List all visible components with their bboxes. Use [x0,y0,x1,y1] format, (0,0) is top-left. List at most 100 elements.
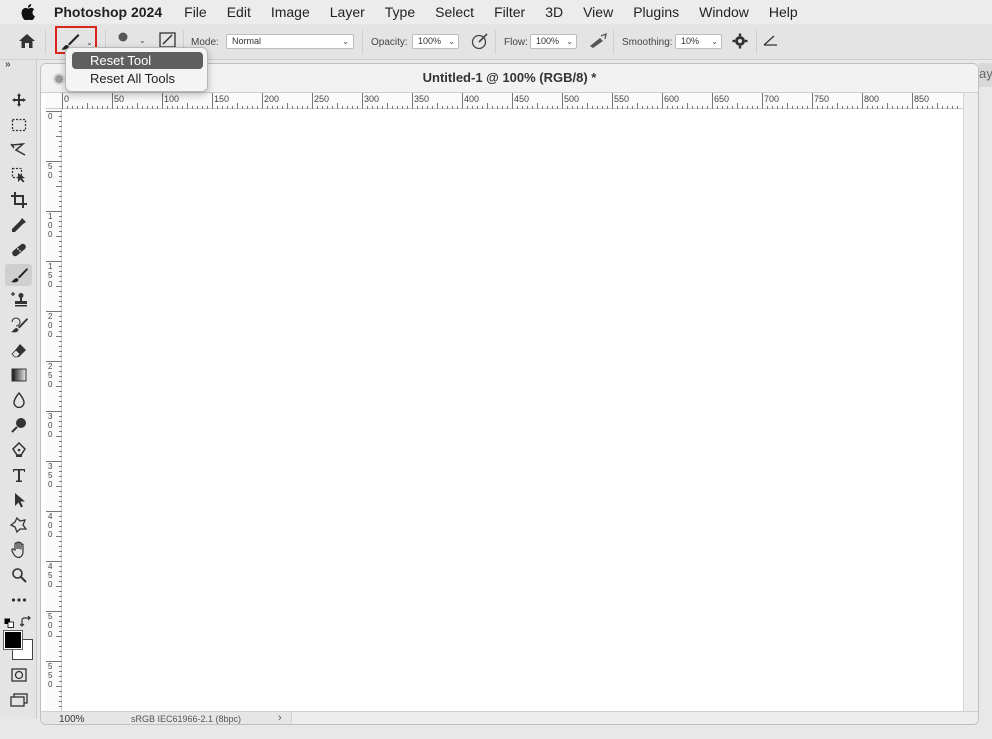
ruler-minor-tick [902,106,903,109]
ruler-minor-tick [792,106,793,109]
home-icon[interactable] [18,33,36,52]
horizontal-ruler[interactable]: 0 50 100 150 200 250 300 350 400 450 500 550 600 650 7… [46,93,964,109]
mode-value: Normal [232,36,262,46]
ruler-label: 450 [48,562,53,589]
hand-tool-icon[interactable] [5,539,32,561]
path-select-tool-icon[interactable] [5,489,32,511]
foreground-color-swatch[interactable] [3,630,23,650]
eraser-tool-icon[interactable] [5,339,32,361]
ruler-minor-tick [827,106,828,109]
zoom-level[interactable]: 100% [59,714,85,724]
ruler-label: 100 [164,94,180,104]
vertical-scrollbar[interactable] [963,93,978,711]
brush-tool-icon[interactable] [5,264,32,286]
ruler-minor-tick [937,103,938,109]
ruler-minor-tick [907,106,908,109]
gear-icon[interactable] [732,33,748,52]
menu-plugins[interactable]: Plugins [633,4,679,20]
opacity-field[interactable]: 100% ⌄ [412,34,459,49]
chevron-down-icon: ⌄ [566,37,573,46]
flow-field[interactable]: 100% ⌄ [530,34,577,49]
crop-tool-icon[interactable] [5,189,32,211]
menu-type[interactable]: Type [385,4,415,20]
ruler-minor-tick [897,106,898,109]
ruler-minor-tick [737,103,738,109]
more-tools-icon[interactable] [5,589,32,611]
gradient-tool-icon[interactable] [5,364,32,386]
ruler-minor-tick [77,106,78,109]
blur-tool-icon[interactable] [5,389,32,411]
pressure-opacity-icon[interactable] [471,32,489,53]
menu-help[interactable]: Help [769,4,798,20]
ruler-minor-tick [832,106,833,109]
chevron-down-icon[interactable]: ⌄ [139,36,146,45]
menu-layer[interactable]: Layer [330,4,365,20]
collapse-toolbox-icon[interactable]: » [5,59,11,70]
history-brush-icon[interactable] [5,314,32,336]
ruler-minor-tick [957,106,958,109]
clone-stamp-icon[interactable] [5,289,32,311]
object-select-tool-icon[interactable] [5,164,32,186]
ruler-minor-tick [657,106,658,109]
marquee-tool-icon[interactable] [5,114,32,136]
ruler-minor-tick [727,106,728,109]
chevron-down-icon: ⌄ [448,37,455,46]
menu-3d[interactable]: 3D [545,4,563,20]
healing-brush-icon[interactable] [5,239,32,261]
ruler-minor-tick [457,106,458,109]
menu-select[interactable]: Select [435,4,474,20]
ruler-label: 150 [214,94,230,104]
shape-tool-icon[interactable] [5,514,32,536]
pen-tool-icon[interactable] [5,439,32,461]
lasso-tool-icon[interactable] [5,139,32,161]
reset-all-tools-menu-item[interactable]: Reset All Tools [72,70,203,87]
ruler-label: 500 [564,94,580,104]
ruler-label: 550 [48,662,53,689]
ruler-label: 450 [514,94,530,104]
ruler-minor-tick [882,106,883,109]
ruler-minor-tick [132,106,133,109]
move-tool-icon[interactable] [5,89,32,111]
ruler-minor-tick [367,106,368,109]
ruler-minor-tick [357,106,358,109]
ruler-minor-tick [607,106,608,109]
ruler-minor-tick [802,106,803,109]
menu-file[interactable]: File [184,4,207,20]
ruler-minor-tick [232,106,233,109]
menu-window[interactable]: Window [699,4,749,20]
ruler-minor-tick [932,106,933,109]
ruler-minor-tick [172,106,173,109]
close-document-icon[interactable] [53,73,65,85]
vertical-ruler[interactable]: 0 50 100 150 200 250 300 350 400 450 500 550 [46,109,62,711]
ruler-minor-tick [492,106,493,109]
app-name-menu[interactable]: Photoshop 2024 [54,4,162,20]
ruler-minor-tick [567,106,568,109]
menu-view[interactable]: View [583,4,613,20]
status-chevron-icon[interactable]: › [278,712,282,724]
menu-filter[interactable]: Filter [494,4,525,20]
ruler-minor-tick [517,106,518,109]
ruler-minor-tick [502,106,503,109]
smoothing-field[interactable]: 10% ⌄ [675,34,722,49]
mode-select[interactable]: Normal ⌄ [226,34,354,49]
ruler-minor-tick [467,106,468,109]
type-tool-icon[interactable] [5,464,32,486]
quick-mask-icon[interactable] [5,664,32,686]
ruler-minor-tick [797,106,798,109]
ruler-minor-tick [207,106,208,109]
ruler-minor-tick [202,106,203,109]
menu-edit[interactable]: Edit [227,4,251,20]
ruler-minor-tick [292,106,293,109]
reset-tool-menu-item[interactable]: Reset Tool [72,52,203,69]
right-panel-peek[interactable]: ay [979,63,992,87]
menu-image[interactable]: Image [271,4,310,20]
brush-size-icon[interactable] [115,30,131,47]
eyedropper-tool-icon[interactable] [5,214,32,236]
canvas[interactable] [62,110,964,711]
apple-icon[interactable] [16,4,40,20]
airbrush-icon[interactable] [588,32,608,52]
screen-mode-icon[interactable] [5,689,32,711]
zoom-tool-icon[interactable] [5,564,32,586]
dodge-tool-icon[interactable] [5,414,32,436]
horizontal-scrollbar[interactable] [291,712,978,724]
